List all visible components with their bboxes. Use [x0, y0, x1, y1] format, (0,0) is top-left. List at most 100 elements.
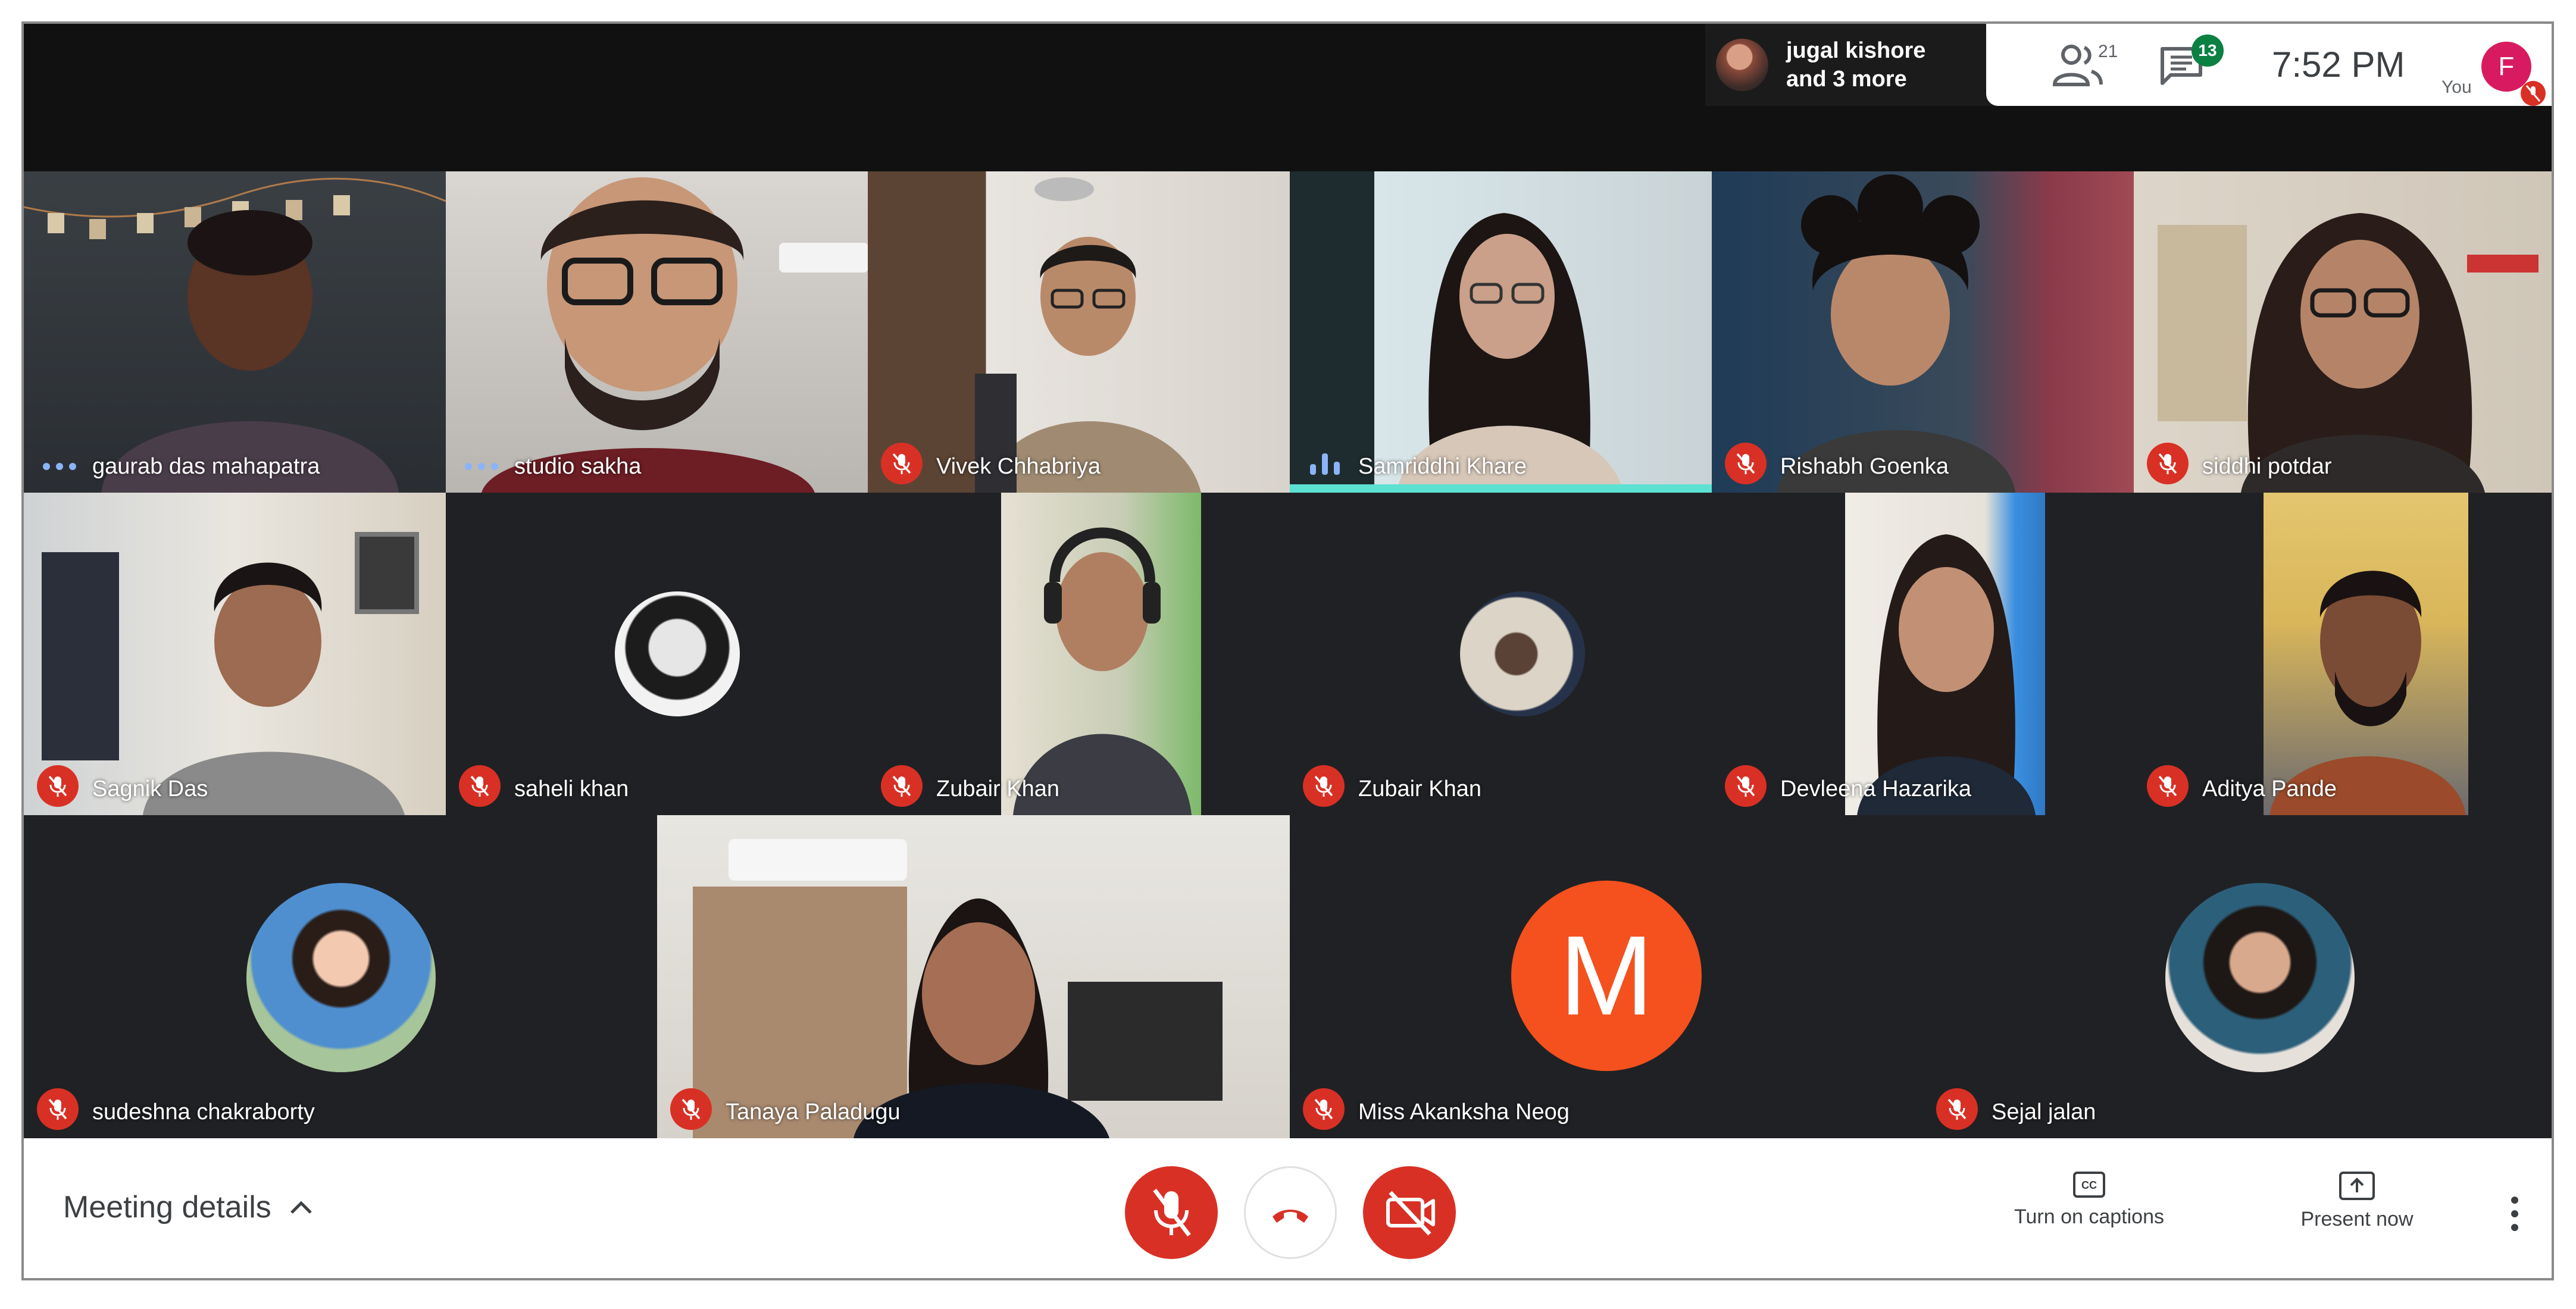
muted-indicator [1303, 1088, 1345, 1130]
mic-off-icon [681, 1098, 701, 1120]
top-bar: jugal kishore and 3 more 21 13 7:52 PM Y… [24, 24, 2552, 171]
muted-indicator [2147, 443, 2189, 484]
participant-name: saheli khan [514, 776, 629, 801]
profile-picture [246, 883, 436, 1072]
muted-indicator [2147, 765, 2189, 807]
more-vert-icon[interactable] [2503, 1193, 2527, 1235]
participant-video [446, 171, 868, 493]
participant-tile[interactable]: siddhi potdar [2134, 171, 2552, 493]
participant-tile[interactable]: Vivek Chhabriya [868, 171, 1290, 493]
muted-indicator [1303, 765, 1345, 807]
leave-call-button[interactable] [1244, 1166, 1337, 1259]
muted-indicator [37, 1088, 79, 1130]
audio-speaking-indicator [1310, 451, 1340, 475]
mic-off-icon [2158, 775, 2177, 797]
self-muted-badge [2521, 81, 2546, 106]
mic-off-icon [892, 775, 911, 797]
participant-video [1845, 493, 2045, 815]
participant-tile[interactable]: Sagnik Das [24, 493, 446, 815]
participant-name: Vivek Chhabriya [936, 454, 1101, 479]
audio-idle-indicator [43, 462, 76, 471]
participant-name: Zubair Khan [1358, 776, 1482, 801]
active-speaker-bar [1290, 484, 1712, 493]
participant-video [2134, 171, 2552, 493]
presenter-avatar [1716, 39, 1768, 91]
hang-up-icon [1273, 1210, 1308, 1223]
mic-off-icon [470, 775, 489, 797]
presenter-name: jugal kishore [1786, 38, 1926, 63]
mic-off-icon [1153, 1188, 1191, 1237]
meeting-details-button[interactable]: Meeting details [63, 1189, 313, 1225]
participant-name: Miss Akanksha Neog [1358, 1100, 1570, 1125]
participant-tile[interactable]: Sejal jalan [1923, 815, 2552, 1138]
participant-tile[interactable]: Tanaya Paladugu [657, 815, 1290, 1138]
meeting-details-label: Meeting details [63, 1190, 271, 1225]
muted-indicator [881, 765, 923, 807]
participant-tile[interactable]: saheli khan [446, 493, 868, 815]
mic-off-icon [2158, 453, 2177, 474]
participant-tile[interactable]: sudeshna chakraborty [24, 815, 657, 1138]
participant-name: Samriddhi Khare [1358, 454, 1527, 479]
mic-off-icon [1947, 1098, 1967, 1120]
people-count: 21 [2098, 42, 2118, 61]
participant-name: Rishabh Goenka [1780, 454, 1949, 479]
participant-video [24, 493, 446, 815]
letter-avatar: M [1511, 881, 1702, 1071]
muted-indicator [1725, 765, 1767, 807]
camera-toggle-button[interactable] [1363, 1166, 1456, 1259]
participant-name: studio sakha [514, 454, 642, 479]
control-bar: Meeting details CC Turn on captions Pres… [24, 1138, 2552, 1278]
mic-off-icon [2525, 85, 2541, 102]
participant-tile[interactable]: Zubair Khan [1290, 493, 1712, 815]
participant-name: Aditya Pande [2202, 776, 2337, 801]
mic-off-icon [892, 453, 911, 474]
participant-video [2264, 493, 2468, 815]
presenting-indicator[interactable]: jugal kishore and 3 more [1705, 24, 2003, 106]
participant-video [1712, 171, 2134, 493]
participant-tile[interactable]: Aditya Pande [2134, 493, 2552, 815]
profile-picture [1460, 591, 1585, 716]
captions-label: Turn on captions [2014, 1205, 2164, 1228]
participant-name: gaurab das mahapatra [92, 454, 320, 479]
participant-video [1001, 493, 1201, 815]
participant-tile[interactable]: Devleena Hazarika [1712, 493, 2134, 815]
participant-name: Tanaya Paladugu [726, 1100, 901, 1125]
present-now-button[interactable]: Present now [2262, 1171, 2452, 1231]
participant-tile[interactable]: Samriddhi Khare [1290, 171, 1712, 493]
captions-icon: CC [2073, 1172, 2105, 1198]
participant-video [24, 171, 446, 493]
chat-unread-badge: 13 [2192, 35, 2224, 67]
muted-indicator [459, 765, 501, 807]
participant-name: sudeshna chakraborty [92, 1100, 315, 1125]
header-pill: 21 13 7:52 PM You F [1986, 24, 2552, 106]
self-label: You [2441, 77, 2472, 97]
profile-picture [615, 591, 740, 716]
microphone-toggle-button[interactable] [1125, 1166, 1218, 1259]
svg-text:CC: CC [2081, 1179, 2097, 1191]
participant-tile[interactable]: Zubair Khan [868, 493, 1290, 815]
participant-name: Sagnik Das [92, 776, 208, 801]
presenter-more: and 3 more [1786, 67, 1907, 92]
participant-tile[interactable]: studio sakha [446, 171, 868, 493]
camera-off-icon [1386, 1191, 1435, 1236]
muted-indicator [881, 443, 923, 484]
present-icon [2339, 1172, 2375, 1200]
participant-name: Devleena Hazarika [1780, 776, 1972, 801]
clock: 7:52 PM [2272, 45, 2405, 84]
participant-name: siddhi potdar [2202, 454, 2332, 479]
participant-tile[interactable]: Rishabh Goenka [1712, 171, 2134, 493]
muted-indicator [1936, 1088, 1978, 1130]
participant-name: Zubair Khan [936, 776, 1060, 801]
participant-video [868, 171, 1290, 493]
muted-indicator [1725, 443, 1767, 484]
captions-button[interactable]: CC Turn on captions [1988, 1171, 2190, 1229]
participant-tile[interactable]: gaurab das mahapatra [24, 171, 446, 493]
muted-indicator [37, 765, 79, 807]
meet-window: jugal kishore and 3 more 21 13 7:52 PM Y… [21, 21, 2554, 1280]
mic-off-icon [48, 1098, 67, 1120]
participant-video [657, 815, 1290, 1138]
mic-off-icon [1314, 775, 1333, 797]
mic-off-icon [1314, 1098, 1333, 1120]
participant-tile[interactable]: M Miss Akanksha Neog [1290, 815, 1923, 1138]
chevron-up-icon [290, 1201, 312, 1214]
